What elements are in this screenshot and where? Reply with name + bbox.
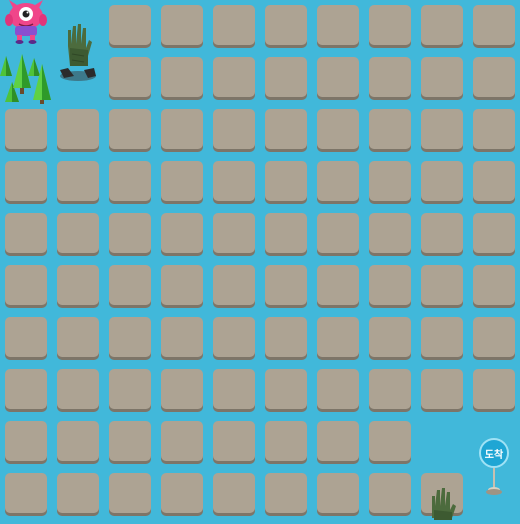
board-tile — [57, 161, 99, 201]
board-tile — [265, 421, 307, 461]
board-tile — [109, 57, 151, 97]
board-tile — [57, 109, 99, 149]
board-tile — [265, 57, 307, 97]
board-tile — [317, 421, 359, 461]
board-tile — [57, 369, 99, 409]
board-tile — [213, 213, 255, 253]
board-tile — [421, 57, 463, 97]
board-tile — [421, 161, 463, 201]
board-tile — [421, 265, 463, 305]
pine-trees-icon — [0, 54, 52, 104]
board-tile — [109, 213, 151, 253]
board-tile — [265, 161, 307, 201]
board-tile — [265, 5, 307, 45]
board-tile — [369, 473, 411, 513]
board-tile — [109, 109, 151, 149]
board-tile — [161, 213, 203, 253]
board-tile — [161, 161, 203, 201]
game-board: 도착 — [0, 0, 520, 520]
board-tile — [369, 421, 411, 461]
board-tile — [109, 5, 151, 45]
board-tile — [473, 369, 515, 409]
board-tile — [369, 161, 411, 201]
board-tile — [5, 473, 47, 513]
board-tile — [57, 265, 99, 305]
board-tile — [161, 265, 203, 305]
board-tile — [109, 161, 151, 201]
board-tile — [369, 109, 411, 149]
board-tile — [5, 161, 47, 201]
finish-marker-icon: 도착 — [476, 436, 512, 498]
board-tile — [5, 109, 47, 149]
board-tile — [265, 317, 307, 357]
board-tile — [317, 109, 359, 149]
board-tile — [265, 369, 307, 409]
board-tile — [473, 57, 515, 97]
board-tile — [265, 213, 307, 253]
board-tile — [213, 369, 255, 409]
pink-cyclops-monster-icon — [3, 0, 49, 44]
board-tile — [421, 5, 463, 45]
board-tile — [369, 5, 411, 45]
board-tile — [265, 265, 307, 305]
board-tile — [317, 213, 359, 253]
board-tile — [369, 265, 411, 305]
board-tile — [369, 317, 411, 357]
board-tile — [57, 317, 99, 357]
board-tile — [161, 317, 203, 357]
board-tile — [369, 213, 411, 253]
board-tile — [213, 265, 255, 305]
board-tile — [473, 265, 515, 305]
board-tile — [57, 473, 99, 513]
board-tile — [213, 109, 255, 149]
board-tile — [265, 109, 307, 149]
board-tile — [473, 161, 515, 201]
board-tile — [213, 317, 255, 357]
zombie-hand-icon — [58, 20, 98, 84]
board-tile — [317, 265, 359, 305]
board-tile — [213, 57, 255, 97]
board-tile — [161, 421, 203, 461]
board-tile — [473, 109, 515, 149]
board-tile — [317, 5, 359, 45]
board-tile — [421, 369, 463, 409]
board-tile — [213, 421, 255, 461]
board-tile — [57, 421, 99, 461]
board-tile — [5, 213, 47, 253]
board-tile — [5, 369, 47, 409]
board-tile — [109, 317, 151, 357]
zombie-hand-icon — [424, 486, 460, 520]
board-tile — [421, 317, 463, 357]
board-tile — [473, 213, 515, 253]
board-tile — [109, 369, 151, 409]
board-tile — [369, 57, 411, 97]
board-tile — [57, 213, 99, 253]
board-tile — [317, 57, 359, 97]
board-tile — [473, 5, 515, 45]
board-tile — [161, 57, 203, 97]
board-tile — [109, 473, 151, 513]
board-tile — [109, 265, 151, 305]
board-tile — [265, 473, 307, 513]
board-tile — [317, 473, 359, 513]
board-tile — [317, 317, 359, 357]
board-tile — [161, 109, 203, 149]
board-tile — [369, 369, 411, 409]
board-tile — [421, 213, 463, 253]
board-tile — [5, 317, 47, 357]
board-tile — [5, 265, 47, 305]
board-tile — [317, 369, 359, 409]
board-tile — [213, 161, 255, 201]
board-tile — [109, 421, 151, 461]
board-tile — [317, 161, 359, 201]
board-tile — [161, 473, 203, 513]
board-tile — [473, 317, 515, 357]
board-tile — [213, 5, 255, 45]
board-tile — [161, 369, 203, 409]
board-tile — [161, 5, 203, 45]
board-tile — [421, 109, 463, 149]
board-tile — [213, 473, 255, 513]
board-tile — [5, 421, 47, 461]
